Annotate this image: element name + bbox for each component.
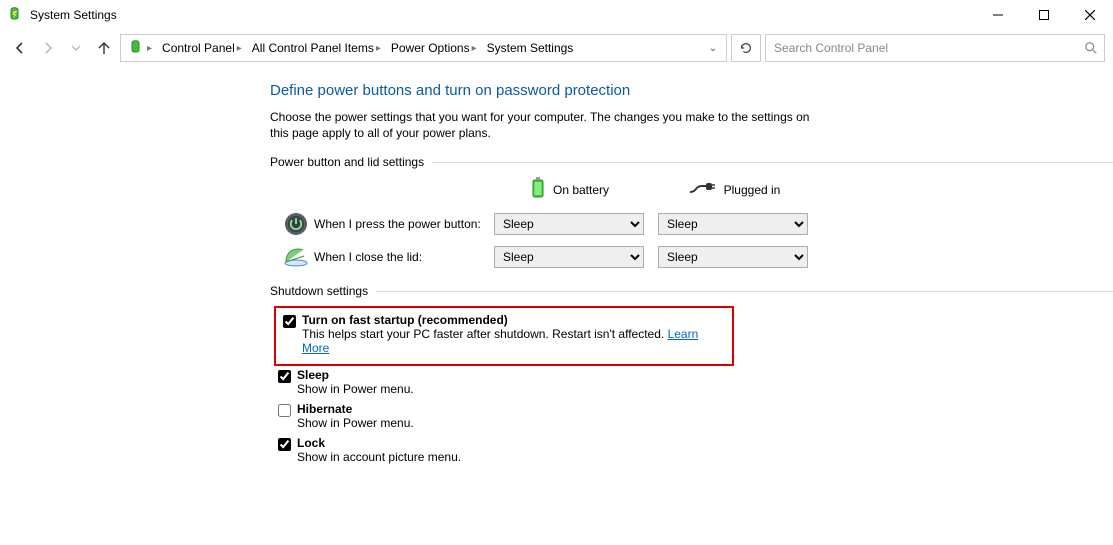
hibernate-checkbox[interactable] bbox=[278, 404, 291, 417]
nav-forward-button[interactable] bbox=[36, 36, 60, 60]
search-icon bbox=[1084, 41, 1098, 55]
nav-recent-dropdown[interactable] bbox=[64, 36, 88, 60]
fast-startup-sub-text: This helps start your PC faster after sh… bbox=[302, 327, 668, 341]
chevron-right-icon: ▸ bbox=[237, 43, 242, 54]
page-description: Choose the power settings that you want … bbox=[270, 109, 830, 141]
window-maximize-button[interactable] bbox=[1021, 0, 1067, 30]
address-bar[interactable]: ▸ Control Panel ▸ All Control Panel Item… bbox=[120, 34, 727, 62]
breadcrumb-root-icon[interactable]: ▸ bbox=[125, 36, 156, 60]
window-titlebar: System Settings bbox=[0, 0, 1113, 30]
hibernate-title: Hibernate bbox=[297, 402, 414, 416]
close-lid-on-battery-select[interactable]: Sleep bbox=[494, 246, 644, 268]
battery-icon bbox=[531, 177, 545, 202]
plug-icon bbox=[688, 181, 716, 198]
shutdown-item-hibernate: Hibernate Show in Power menu. bbox=[274, 400, 1113, 434]
divider bbox=[376, 291, 1113, 292]
fast-startup-checkbox[interactable] bbox=[283, 315, 296, 328]
power-options-app-icon bbox=[8, 7, 24, 23]
row-label-power-button: When I press the power button: bbox=[314, 217, 494, 231]
column-label: On battery bbox=[553, 183, 609, 197]
lock-checkbox[interactable] bbox=[278, 438, 291, 451]
column-header-on-battery: On battery bbox=[494, 177, 646, 202]
sleep-title: Sleep bbox=[297, 368, 414, 382]
address-bar-history-dropdown[interactable]: ⌄ bbox=[704, 43, 722, 54]
lock-title: Lock bbox=[297, 436, 461, 450]
refresh-button[interactable] bbox=[731, 34, 761, 62]
highlight-fast-startup: Turn on fast startup (recommended) This … bbox=[274, 306, 734, 366]
shutdown-item-lock: Lock Show in account picture menu. bbox=[274, 434, 1113, 468]
breadcrumb-label: System Settings bbox=[487, 41, 574, 55]
power-button-on-battery-select[interactable]: Sleep bbox=[494, 213, 644, 235]
section-heading-power-button-lid: Power button and lid settings bbox=[270, 155, 1113, 169]
power-button-icon bbox=[278, 212, 314, 236]
breadcrumb-label: All Control Panel Items bbox=[252, 41, 374, 55]
shutdown-settings-list: Turn on fast startup (recommended) This … bbox=[274, 306, 1113, 468]
chevron-right-icon: ▸ bbox=[147, 43, 152, 54]
page-heading: Define power buttons and turn on passwor… bbox=[270, 82, 1113, 99]
window-title: System Settings bbox=[30, 8, 117, 22]
chevron-right-icon: ▸ bbox=[472, 43, 477, 54]
explorer-navbar: ▸ Control Panel ▸ All Control Panel Item… bbox=[0, 30, 1113, 66]
breadcrumb-item-power-options[interactable]: Power Options ▸ bbox=[387, 36, 481, 60]
window-minimize-button[interactable] bbox=[975, 0, 1021, 30]
column-header-plugged-in: Plugged in bbox=[658, 181, 810, 198]
fast-startup-title: Turn on fast startup (recommended) bbox=[302, 313, 722, 327]
hibernate-description: Show in Power menu. bbox=[297, 416, 414, 430]
section-heading-shutdown: Shutdown settings bbox=[270, 284, 1113, 298]
nav-back-button[interactable] bbox=[8, 36, 32, 60]
sleep-description: Show in Power menu. bbox=[297, 382, 414, 396]
breadcrumb-item-system-settings[interactable]: System Settings bbox=[483, 36, 578, 60]
breadcrumb-item-control-panel[interactable]: Control Panel ▸ bbox=[158, 36, 246, 60]
shutdown-item-sleep: Sleep Show in Power menu. bbox=[274, 366, 1113, 400]
section-label-text: Power button and lid settings bbox=[270, 155, 424, 169]
nav-up-button[interactable] bbox=[92, 36, 116, 60]
breadcrumb-item-all-items[interactable]: All Control Panel Items ▸ bbox=[248, 36, 385, 60]
window-close-button[interactable] bbox=[1067, 0, 1113, 30]
chevron-right-icon: ▸ bbox=[376, 43, 381, 54]
fast-startup-description: This helps start your PC faster after sh… bbox=[302, 327, 722, 355]
lid-icon bbox=[278, 247, 314, 267]
breadcrumb-label: Power Options bbox=[391, 41, 470, 55]
breadcrumb-label: Control Panel bbox=[162, 41, 235, 55]
sleep-checkbox[interactable] bbox=[278, 370, 291, 383]
section-label-text: Shutdown settings bbox=[270, 284, 368, 298]
page-content: Define power buttons and turn on passwor… bbox=[0, 66, 1113, 468]
search-box[interactable] bbox=[765, 34, 1105, 62]
search-input[interactable] bbox=[772, 40, 1084, 56]
shutdown-item-fast-startup: Turn on fast startup (recommended) This … bbox=[279, 311, 726, 359]
divider bbox=[432, 162, 1113, 163]
close-lid-plugged-in-select[interactable]: Sleep bbox=[658, 246, 808, 268]
row-label-close-lid: When I close the lid: bbox=[314, 250, 494, 264]
power-button-plugged-in-select[interactable]: Sleep bbox=[658, 213, 808, 235]
column-label: Plugged in bbox=[724, 183, 781, 197]
lock-description: Show in account picture menu. bbox=[297, 450, 461, 464]
